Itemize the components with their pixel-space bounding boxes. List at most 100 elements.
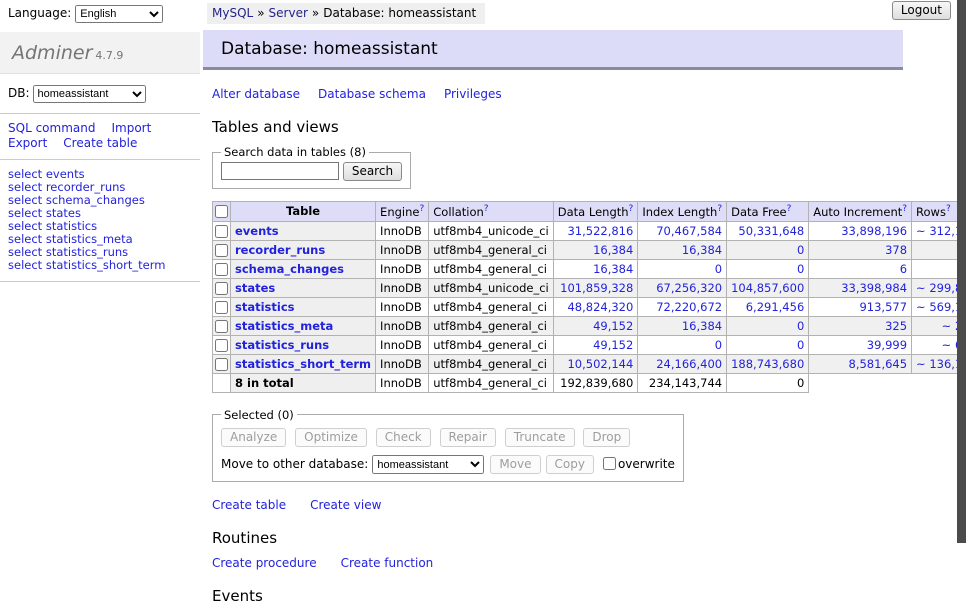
help-icon[interactable]: ? [787, 204, 792, 214]
row-checkbox[interactable] [215, 263, 228, 276]
data-free-link[interactable]: 0 [797, 243, 804, 257]
truncate-button[interactable]: Truncate [505, 428, 575, 447]
adminer-logo[interactable]: Adminer [12, 42, 92, 64]
table-name-link[interactable]: statistics_short_term [235, 357, 371, 371]
auto-increment-link[interactable]: 33,898,196 [841, 224, 907, 238]
auto-increment-link[interactable]: 33,398,984 [841, 281, 907, 295]
select-link[interactable]: select [8, 167, 42, 181]
optimize-button[interactable]: Optimize [295, 428, 367, 447]
row-checkbox[interactable] [215, 225, 228, 238]
search-input[interactable] [221, 162, 339, 180]
create-procedure-link[interactable]: Create procedure [212, 556, 317, 570]
select-link[interactable]: select [8, 206, 42, 220]
table-name-link[interactable]: statistics [235, 300, 295, 314]
data-length-link[interactable]: 16,384 [593, 243, 633, 257]
select-link[interactable]: select [8, 193, 42, 207]
auto-increment-link[interactable]: 8,581,645 [849, 357, 908, 371]
data-length-link[interactable]: 10,502,144 [567, 357, 633, 371]
database-schema-link[interactable]: Database schema [318, 87, 426, 101]
table-link-statistics-runs[interactable]: statistics_runs [46, 245, 128, 259]
select-link[interactable]: select [8, 219, 42, 233]
table-link-schema-changes[interactable]: schema_changes [46, 193, 145, 207]
row-checkbox[interactable] [215, 301, 228, 314]
auto-increment-link[interactable]: 378 [885, 243, 907, 257]
alter-database-link[interactable]: Alter database [212, 87, 300, 101]
create-table-link[interactable]: Create table [212, 498, 286, 512]
row-checkbox[interactable] [215, 320, 228, 333]
data-free-link[interactable]: 188,743,680 [731, 357, 804, 371]
table-link-statistics-short-term[interactable]: statistics_short_term [46, 258, 166, 272]
table-link-events[interactable]: events [46, 167, 85, 181]
search-button[interactable]: Search [343, 162, 402, 181]
index-length-link[interactable]: 70,467,584 [656, 224, 722, 238]
overwrite-checkbox[interactable] [603, 457, 616, 470]
table-link-states[interactable]: states [46, 206, 81, 220]
auto-increment-link[interactable]: 6 [900, 262, 907, 276]
table-name-link[interactable]: statistics_runs [235, 338, 329, 352]
index-length-link[interactable]: 0 [715, 262, 722, 276]
vertical-scrollbar[interactable] [957, 0, 966, 543]
help-icon[interactable]: ? [629, 204, 634, 214]
drop-button[interactable]: Drop [583, 428, 630, 447]
table-name-link[interactable]: recorder_runs [235, 243, 325, 257]
data-length-link[interactable]: 49,152 [593, 338, 633, 352]
db-select[interactable]: homeassistant [33, 85, 146, 103]
copy-button[interactable]: Copy [546, 455, 594, 474]
sql-command-link[interactable]: SQL command [8, 121, 95, 135]
data-length-link[interactable]: 16,384 [593, 262, 633, 276]
data-free-link[interactable]: 50,331,648 [738, 224, 804, 238]
index-length-link[interactable]: 72,220,672 [656, 300, 722, 314]
create-view-link[interactable]: Create view [310, 498, 381, 512]
export-link[interactable]: Export [8, 136, 47, 150]
row-checkbox[interactable] [215, 339, 228, 352]
auto-increment-link[interactable]: 39,999 [867, 338, 907, 352]
auto-increment-link[interactable]: 325 [885, 319, 907, 333]
privileges-link[interactable]: Privileges [444, 87, 502, 101]
index-length-link[interactable]: 0 [715, 338, 722, 352]
select-link[interactable]: select [8, 232, 42, 246]
create-table-link-sidebar[interactable]: Create table [63, 136, 137, 150]
data-free-link[interactable]: 0 [797, 338, 804, 352]
language-select[interactable]: English [75, 5, 163, 23]
data-length-link[interactable]: 101,859,328 [560, 281, 633, 295]
help-icon[interactable]: ? [946, 204, 951, 214]
move-database-select[interactable]: homeassistant [372, 455, 484, 474]
help-icon[interactable]: ? [419, 204, 424, 214]
table-name-link[interactable]: schema_changes [235, 262, 344, 276]
row-checkbox[interactable] [215, 282, 228, 295]
import-link[interactable]: Import [111, 121, 151, 135]
table-link-statistics[interactable]: statistics [46, 219, 97, 233]
help-icon[interactable]: ? [484, 204, 489, 214]
data-length-link[interactable]: 31,522,816 [567, 224, 633, 238]
data-length-link[interactable]: 49,152 [593, 319, 633, 333]
index-length-link[interactable]: 16,384 [682, 243, 722, 257]
table-link-recorder-runs[interactable]: recorder_runs [46, 180, 126, 194]
data-free-link[interactable]: 6,291,456 [746, 300, 805, 314]
help-icon[interactable]: ? [717, 204, 722, 214]
create-function-link[interactable]: Create function [341, 556, 434, 570]
row-checkbox[interactable] [215, 358, 228, 371]
help-icon[interactable]: ? [902, 204, 907, 214]
table-link-statistics-meta[interactable]: statistics_meta [46, 232, 133, 246]
data-free-link[interactable]: 0 [797, 319, 804, 333]
select-link[interactable]: select [8, 245, 42, 259]
select-link[interactable]: select [8, 258, 42, 272]
index-length-link[interactable]: 16,384 [682, 319, 722, 333]
logout-button[interactable]: Logout [892, 1, 951, 20]
select-all-checkbox[interactable] [215, 205, 228, 218]
select-link[interactable]: select [8, 180, 42, 194]
breadcrumb-mysql-link[interactable]: MySQL [212, 6, 253, 20]
breadcrumb-server-link[interactable]: Server [269, 6, 308, 20]
table-name-link[interactable]: statistics_meta [235, 319, 333, 333]
data-free-link[interactable]: 0 [797, 262, 804, 276]
index-length-link[interactable]: 24,166,400 [656, 357, 722, 371]
data-free-link[interactable]: 104,857,600 [731, 281, 804, 295]
move-button[interactable]: Move [490, 455, 540, 474]
table-name-link[interactable]: events [235, 224, 279, 238]
repair-button[interactable]: Repair [440, 428, 496, 447]
table-name-link[interactable]: states [235, 281, 275, 295]
check-button[interactable]: Check [376, 428, 431, 447]
index-length-link[interactable]: 67,256,320 [656, 281, 722, 295]
analyze-button[interactable]: Analyze [221, 428, 286, 447]
auto-increment-link[interactable]: 913,577 [859, 300, 907, 314]
